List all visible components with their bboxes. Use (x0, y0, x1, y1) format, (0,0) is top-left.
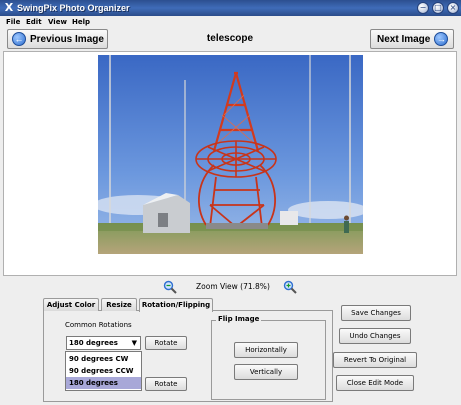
previous-image-label: Previous Image (30, 33, 104, 45)
flip-image-legend: Flip Image (216, 314, 262, 324)
close-button[interactable]: × (447, 2, 459, 14)
menu-file[interactable]: File (6, 17, 20, 27)
chevron-down-icon: ▼ (131, 339, 137, 347)
close-edit-mode-button[interactable]: Close Edit Mode (336, 375, 414, 391)
menu-edit[interactable]: Edit (26, 17, 42, 27)
rotation-select-value: 180 degrees (69, 339, 118, 347)
revert-to-original-button[interactable]: Revert To Original (333, 352, 417, 368)
flip-horizontal-button[interactable]: Horizontally (234, 342, 298, 358)
menu-bar: File Edit View Help (0, 16, 461, 28)
telescope-photo (98, 55, 363, 254)
next-image-label: Next Image (377, 33, 431, 45)
image-title: telescope (206, 33, 254, 44)
rotation-select[interactable]: 180 degrees ▼ (66, 336, 141, 350)
arrow-left-icon: ← (12, 32, 26, 46)
app-icon: X (4, 1, 14, 14)
maximize-icon: □ (434, 3, 442, 12)
title-bar: X SwingPix Photo Organizer − □ × (0, 0, 461, 16)
tab-resize[interactable]: Resize (101, 298, 137, 311)
minimize-button[interactable]: − (417, 2, 429, 14)
zoom-level-label: Zoom View (71.8%) (196, 282, 270, 291)
photo-panel (3, 51, 457, 276)
rotation-option-90-ccw[interactable]: 90 degrees CCW (66, 365, 141, 377)
maximize-button[interactable]: □ (432, 2, 444, 14)
zoom-out-icon (163, 280, 177, 294)
undo-changes-button[interactable]: Undo Changes (339, 328, 411, 344)
tab-adjust-color[interactable]: Adjust Color (43, 298, 99, 311)
rotate-button-secondary[interactable]: Rotate (145, 377, 187, 391)
close-icon: × (449, 3, 457, 12)
navigation-bar: ← Previous Image telescope Next Image → (3, 28, 457, 50)
window-title: SwingPix Photo Organizer (17, 3, 130, 13)
edit-panel: Adjust Color Resize Rotation/Flipping Co… (3, 296, 457, 402)
previous-image-button[interactable]: ← Previous Image (7, 29, 108, 49)
arrow-right-icon: → (434, 32, 449, 46)
rotation-option-90-cw[interactable]: 90 degrees CW (66, 353, 141, 365)
flip-vertical-button[interactable]: Vertically (234, 364, 298, 380)
zoom-in-button[interactable] (283, 280, 297, 294)
menu-help[interactable]: Help (72, 17, 90, 27)
flip-image-group (211, 320, 326, 400)
tab-rotation-flipping[interactable]: Rotation/Flipping (139, 298, 213, 312)
common-rotations-label: Common Rotations (65, 321, 132, 329)
zoom-in-icon (283, 280, 297, 294)
minimize-icon: − (419, 3, 427, 12)
rotation-dropdown-list: 90 degrees CW 90 degrees CCW 180 degrees (65, 351, 142, 391)
rotation-option-180[interactable]: 180 degrees (66, 377, 141, 389)
menu-view[interactable]: View (48, 17, 67, 27)
rotate-button[interactable]: Rotate (145, 336, 187, 350)
zoom-out-button[interactable] (163, 280, 177, 294)
next-image-button[interactable]: Next Image → (370, 29, 454, 49)
save-changes-button[interactable]: Save Changes (341, 305, 411, 321)
